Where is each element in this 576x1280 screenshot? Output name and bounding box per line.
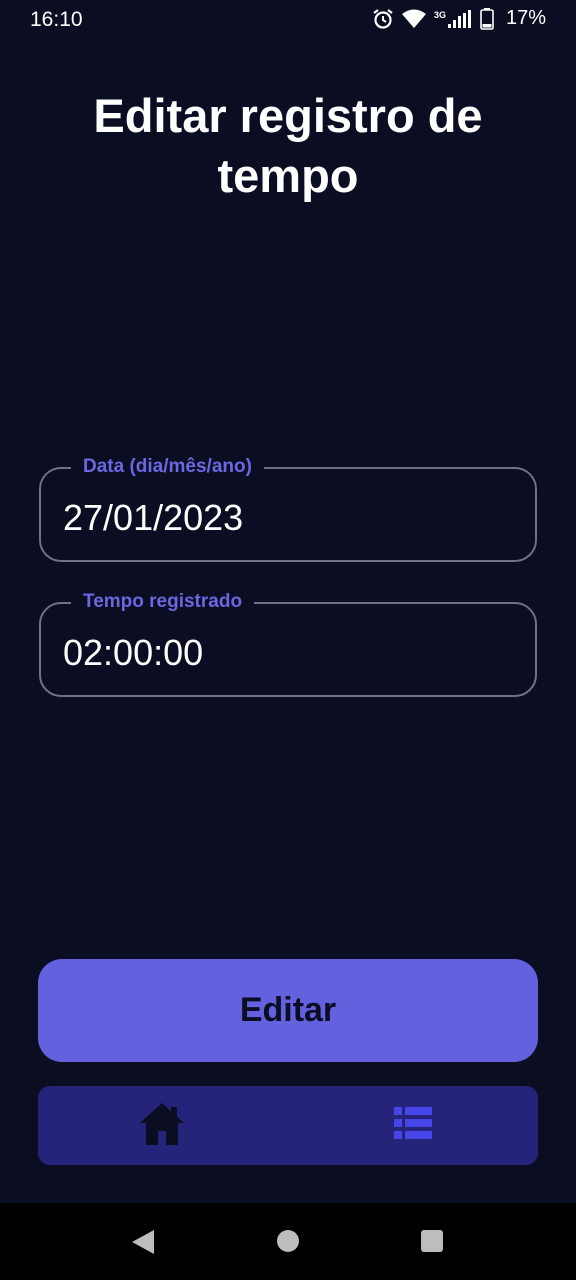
- back-icon[interactable]: [130, 1229, 156, 1260]
- battery-icon: [480, 7, 494, 30]
- bottom-nav: [38, 1086, 538, 1165]
- edit-button[interactable]: Editar: [38, 959, 538, 1062]
- time-field-label: Tempo registrado: [71, 590, 255, 614]
- home-icon: [138, 1101, 186, 1152]
- date-field-label: Data (dia/mês/ano): [71, 455, 264, 479]
- network-type-label: 3G: [433, 9, 446, 20]
- page-title: Editar registro de tempo: [93, 89, 483, 202]
- battery-percent: 17%: [505, 7, 546, 29]
- nav-list-button[interactable]: [393, 1106, 433, 1144]
- signal-icon: 3G: [433, 9, 472, 28]
- status-icons: 3G 17%: [372, 7, 546, 30]
- time-field-value[interactable]: 02:00:00: [63, 633, 203, 673]
- date-field[interactable]: Data (dia/mês/ano) 27/01/2023: [39, 455, 537, 562]
- time-field[interactable]: Tempo registrado 02:00:00: [39, 590, 537, 697]
- date-field-value[interactable]: 27/01/2023: [63, 498, 243, 538]
- nav-home-button[interactable]: [138, 1101, 186, 1152]
- list-icon: [394, 1106, 432, 1144]
- screen: 16:10 3G 17% Editar registro de tempo Da…: [0, 0, 576, 1280]
- recents-icon[interactable]: [421, 1230, 443, 1257]
- status-bar: 16:10 3G 17%: [0, 0, 576, 40]
- home-circle-icon[interactable]: [276, 1229, 300, 1258]
- status-time: 16:10: [30, 8, 83, 31]
- system-nav-bar: [0, 1203, 576, 1280]
- wifi-icon: [401, 9, 426, 29]
- alarm-icon: [372, 8, 394, 30]
